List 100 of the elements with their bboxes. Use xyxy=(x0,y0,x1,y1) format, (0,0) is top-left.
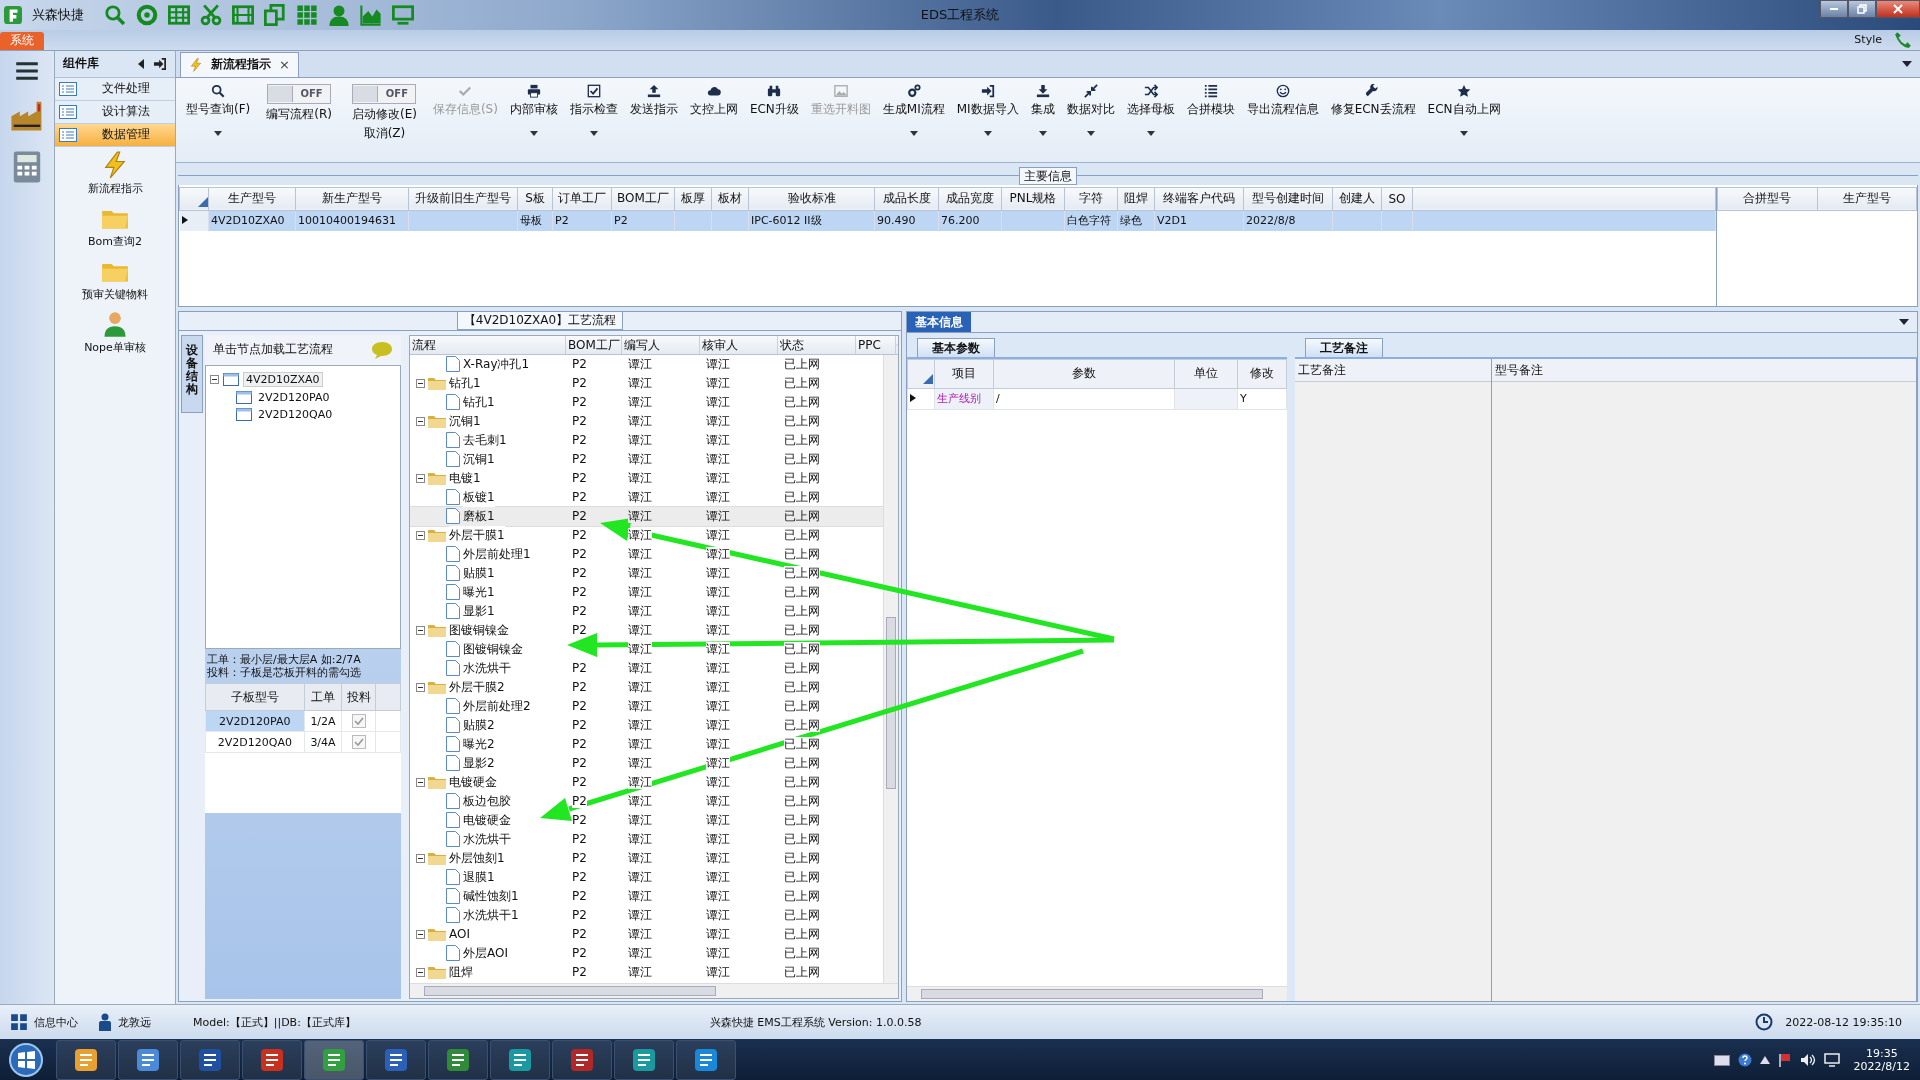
minimize-button[interactable] xyxy=(1820,0,1848,18)
toggle-switch[interactable]: OFF xyxy=(267,83,332,104)
taskbar-date[interactable]: 2022/8/12 xyxy=(1853,1059,1910,1073)
caret-down-icon[interactable] xyxy=(1902,60,1912,67)
category-item[interactable]: 数据管理 xyxy=(55,123,175,147)
column-header[interactable]: 状态 xyxy=(778,335,856,354)
sub-tab[interactable]: 工艺备注 xyxy=(1305,337,1383,357)
checkbox[interactable] xyxy=(351,714,366,729)
start-button[interactable] xyxy=(8,1041,44,1078)
caret-up-icon[interactable] xyxy=(1759,1055,1770,1064)
column-header[interactable]: S板 xyxy=(517,187,553,211)
table-row[interactable]: 外层前处理1 P2 谭江 谭江 已上网 xyxy=(410,544,883,564)
phone-icon[interactable] xyxy=(1894,30,1912,49)
table-row[interactable]: 电镀1 P2 谭江 谭江 已上网 xyxy=(410,468,883,488)
module-label[interactable]: 预审关键物料 xyxy=(82,286,148,302)
column-header[interactable]: SO xyxy=(1381,187,1413,211)
table-row[interactable]: 4V2D10ZXA0 10010400194631 母板 P2 P2 IPC-6012 II级 90.490 76.200 白色字符 绿色 V2D1 2022/8/8 xyxy=(179,210,1716,231)
column-header[interactable]: 编写人 xyxy=(622,335,700,354)
close-button[interactable] xyxy=(1876,0,1920,18)
category-item[interactable]: 设计算法 xyxy=(55,100,175,124)
column-header[interactable]: 项目 xyxy=(934,359,994,389)
table-row[interactable]: 钻孔1 P2 谭江 谭江 已上网 xyxy=(410,392,883,412)
network-icon[interactable] xyxy=(1823,1052,1840,1067)
horizontal-scrollbar[interactable] xyxy=(410,983,898,999)
module-label[interactable]: Nope单审核 xyxy=(84,339,146,355)
column-header[interactable]: 订单工厂 xyxy=(552,187,612,211)
table-row[interactable]: 板边包胶 P2 谭江 谭江 已上网 xyxy=(410,791,883,811)
table-row[interactable]: AOI P2 谭江 谭江 已上网 xyxy=(410,924,883,944)
toolbar-button[interactable]: 导出流程信息 xyxy=(1242,83,1323,118)
column-header[interactable]: 合拼型号 xyxy=(1717,187,1817,211)
keyboard-icon[interactable] xyxy=(1713,1052,1730,1067)
toolbar-button[interactable]: 选择母板 xyxy=(1122,83,1179,136)
toggle-switch[interactable]: OFF xyxy=(352,83,417,104)
column-header[interactable]: 板厚 xyxy=(674,187,712,211)
tree-item[interactable]: 4V2D10ZXA0 xyxy=(243,371,323,387)
collapse-icon[interactable] xyxy=(416,853,425,863)
column-header[interactable]: PNL规格 xyxy=(1001,187,1065,211)
tab-close-button[interactable]: × xyxy=(279,57,290,73)
speaker-icon[interactable] xyxy=(1799,1052,1816,1067)
column-header[interactable]: 核审人 xyxy=(700,335,778,354)
toolbar-button[interactable]: 数据对比 xyxy=(1062,83,1119,136)
scissors-icon[interactable] xyxy=(200,3,222,26)
horizontal-scrollbar[interactable] xyxy=(907,986,1287,1002)
collapse-icon[interactable] xyxy=(416,625,425,635)
menu-icon[interactable] xyxy=(15,60,39,81)
windows-grid-icon[interactable] xyxy=(10,1013,28,1032)
column-header[interactable]: 生产型号 xyxy=(1817,187,1917,211)
toolbar-button[interactable]: ECN自动上网 xyxy=(1423,83,1505,136)
toolbar-button[interactable]: 合拼模块 xyxy=(1182,83,1239,118)
table-row[interactable]: 生产线别 / Y xyxy=(907,388,1287,410)
table-row[interactable]: 板镀1 P2 谭江 谭江 已上网 xyxy=(410,487,883,507)
column-header[interactable]: 型号创建时间 xyxy=(1243,187,1333,211)
search-icon[interactable] xyxy=(104,3,126,26)
column-header[interactable]: 子板型号 xyxy=(205,683,305,711)
collapse-left-icon[interactable] xyxy=(137,58,145,69)
table-row[interactable]: 外层蚀刻1 P2 谭江 谭江 已上网 xyxy=(410,848,883,868)
column-header[interactable]: 创建人 xyxy=(1332,187,1382,211)
toolbar-button[interactable]: 型号查询(F) xyxy=(182,83,255,136)
table-row[interactable]: 显影1 P2 谭江 谭江 已上网 xyxy=(410,601,883,621)
taskbar-time[interactable]: 19:35 xyxy=(1865,1046,1898,1060)
toolbar-button[interactable]: 指示检查 xyxy=(565,83,622,136)
collapse-icon[interactable] xyxy=(210,374,219,384)
tree-item[interactable]: 2V2D120PA0 xyxy=(256,390,332,404)
table-row[interactable]: 显影2 P2 谭江 谭江 已上网 xyxy=(410,753,883,773)
status-text[interactable]: 信息中心 xyxy=(34,1014,78,1030)
style-menu[interactable]: Style xyxy=(1854,33,1882,47)
column-header[interactable]: 板材 xyxy=(711,187,749,211)
column-header[interactable]: 工单 xyxy=(304,683,342,711)
table-row[interactable]: 水洗烘干 P2 谭江 谭江 已上网 xyxy=(410,829,883,849)
column-header[interactable]: 流程 xyxy=(410,335,566,354)
column-header[interactable]: 单位 xyxy=(1174,359,1238,389)
toolbar-button[interactable]: 生成MI流程 xyxy=(878,83,949,136)
table-row[interactable]: 曝光1 P2 谭江 谭江 已上网 xyxy=(410,582,883,602)
table-row[interactable]: 曝光2 P2 谭江 谭江 已上网 xyxy=(410,734,883,754)
table-row[interactable]: 磨板1 P2 谭江 谭江 已上网 xyxy=(410,506,883,526)
table-row[interactable]: 水洗烘干 P2 谭江 谭江 已上网 xyxy=(410,658,883,678)
collapse-icon[interactable] xyxy=(416,777,425,787)
column-header[interactable]: 成品长度 xyxy=(874,187,939,211)
toolbar-button[interactable]: ECN升级 xyxy=(745,83,803,118)
collapse-icon[interactable] xyxy=(416,967,425,977)
table-cell[interactable]: 2V2D120QA0 xyxy=(205,731,305,753)
film-icon[interactable] xyxy=(232,3,254,26)
caret-down-icon[interactable] xyxy=(1899,318,1909,325)
column-header[interactable]: 生产型号 xyxy=(208,187,296,211)
column-header[interactable]: 字符 xyxy=(1064,187,1118,211)
flag-icon[interactable] xyxy=(1777,1052,1792,1067)
toolbar-button[interactable]: MI数据导入 xyxy=(952,83,1023,136)
column-header[interactable]: PPC xyxy=(856,335,896,354)
toolbar-button[interactable]: 集成 xyxy=(1026,83,1059,136)
table-row[interactable]: X-Ray冲孔1 P2 谭江 谭江 已上网 xyxy=(410,354,883,374)
toolbar-button[interactable]: 发送指示 xyxy=(625,83,682,118)
table-row[interactable]: 去毛刺1 P2 谭江 谭江 已上网 xyxy=(410,430,883,450)
restore-button[interactable] xyxy=(1848,0,1876,18)
collapse-icon[interactable] xyxy=(416,416,425,426)
table-row[interactable]: 阻焊 P2 谭江 谭江 已上网 xyxy=(410,962,883,982)
table-row[interactable]: 外层干膜2 P2 谭江 谭江 已上网 xyxy=(410,677,883,697)
column-header[interactable]: BOM工厂 xyxy=(566,335,622,354)
table-row[interactable]: 退膜1 P2 谭江 谭江 已上网 xyxy=(410,867,883,887)
table-row[interactable]: 水洗烘干1 P2 谭江 谭江 已上网 xyxy=(410,905,883,925)
vertical-scrollbar[interactable] xyxy=(883,354,898,984)
